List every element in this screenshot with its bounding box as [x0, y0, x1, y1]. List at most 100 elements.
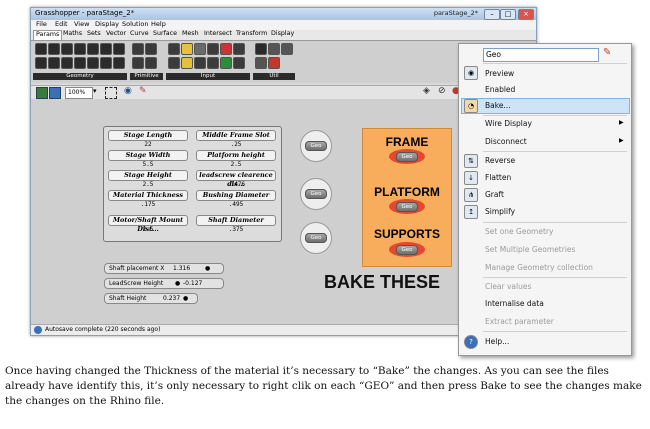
group-param-icon[interactable] [113, 57, 125, 69]
tab-surface[interactable]: Surface [151, 30, 179, 37]
menu-solution[interactable]: Solution [122, 20, 148, 28]
chevron-down-icon[interactable]: ▾ [93, 87, 97, 95]
ribbon-group-primitive[interactable]: Primitive [130, 73, 163, 80]
slider-shaft-height[interactable]: Shaft Height 0.237 ● [104, 293, 198, 304]
slider-shaft-placement-x[interactable]: Shaft placement X 1.316 ● [104, 263, 224, 274]
menu-item-reverse[interactable]: Reverse [485, 156, 515, 165]
geo-param[interactable]: Geo [396, 152, 418, 162]
menu-item-simplify[interactable]: Simplify [485, 207, 515, 216]
param-value[interactable]: .375 [196, 226, 276, 234]
menu-item-enabled[interactable]: Enabled [485, 85, 515, 94]
zoom-select[interactable]: 100% [65, 87, 93, 99]
slider-grip-icon[interactable]: ● [205, 264, 210, 273]
param-value[interactable]: 2.5 [108, 181, 188, 189]
menu-item-bake[interactable]: Bake... [485, 101, 511, 110]
field-param-icon[interactable] [87, 57, 99, 69]
plane-param-icon[interactable] [113, 43, 125, 55]
geo-param[interactable]: Geo [305, 189, 327, 199]
geometry-param-icon[interactable] [100, 57, 112, 69]
slider-grip-icon[interactable]: ● [175, 279, 180, 288]
brep-param-icon[interactable] [48, 57, 60, 69]
param-platform-height[interactable]: Platform height 2.5 [196, 150, 276, 169]
param-material-thickness[interactable]: Material Thickness .175 [108, 190, 188, 209]
menu-view[interactable]: View [74, 20, 89, 28]
geo-param[interactable]: Geo [396, 202, 418, 212]
tab-curve[interactable]: Curve [128, 30, 151, 37]
param-stage-width[interactable]: Stage Width 5.5 [108, 150, 188, 169]
tab-display[interactable]: Display [269, 30, 296, 37]
param-bushing-diameter[interactable]: Bushing Diameter .495 [196, 190, 276, 209]
tab-intersect[interactable]: Intersect [202, 30, 234, 37]
mesh-param-icon[interactable] [61, 57, 73, 69]
param-stage-height[interactable]: Stage Height 2.5 [108, 170, 188, 189]
param-value[interactable]: .495 [196, 201, 276, 209]
slider-grip-icon[interactable]: ● [183, 294, 188, 303]
param-value[interactable]: .175 [108, 201, 188, 209]
param-value[interactable]: 22 [108, 141, 188, 149]
value-list-icon[interactable] [181, 57, 193, 69]
menu-item-manage-geometry-collection[interactable]: Manage Geometry collection [485, 263, 593, 272]
menu-file[interactable]: File [36, 20, 47, 28]
param-value[interactable]: 2.5 [108, 226, 188, 234]
menu-item-clear-values[interactable]: Clear values [485, 282, 531, 291]
param-motor-shaft-mount[interactable]: Motor/Shaft Mount Dist... 2.5 [108, 215, 188, 234]
menu-item-preview[interactable]: Preview [485, 69, 514, 78]
geo-param[interactable]: Geo [305, 233, 327, 243]
jump-icon[interactable] [281, 43, 293, 55]
menu-item-internalise-data[interactable]: Internalise data [485, 299, 544, 308]
param-value[interactable]: .25 [196, 141, 276, 149]
menu-item-set-one-geometry[interactable]: Set one Geometry [485, 227, 553, 236]
boolean-param-icon[interactable] [132, 43, 144, 55]
minimize-button[interactable]: – [484, 9, 500, 20]
menu-item-graft[interactable]: Graft [485, 190, 504, 199]
mesh-sphere-icon[interactable]: ◈ [423, 86, 430, 96]
md-slider-icon[interactable] [207, 57, 219, 69]
circle-param-icon[interactable] [61, 43, 73, 55]
ribbon-group-input[interactable]: Input [166, 73, 250, 80]
close-button[interactable]: × [518, 9, 534, 20]
fitness-icon[interactable] [268, 57, 280, 69]
param-value[interactable]: 2.5 [196, 161, 276, 169]
colour-swatch-icon[interactable] [207, 43, 219, 55]
name-tag-icon[interactable]: ✎ [603, 47, 611, 58]
disable-icon[interactable]: ⊘ [438, 86, 446, 96]
tab-maths[interactable]: Maths [61, 30, 84, 37]
paint-brush-icon[interactable]: ✎ [139, 86, 147, 96]
geo-param[interactable]: Geo [305, 141, 327, 151]
boolean-toggle-icon[interactable] [168, 43, 180, 55]
menu-edit[interactable]: Edit [55, 20, 68, 28]
tab-vector[interactable]: Vector [104, 30, 128, 37]
arc-param-icon[interactable] [74, 43, 86, 55]
menu-item-set-multiple-geometries[interactable]: Set Multiple Geometries [485, 245, 575, 254]
integer-param-icon[interactable] [145, 43, 157, 55]
slider-icon[interactable] [194, 43, 206, 55]
tab-mesh[interactable]: Mesh [180, 30, 201, 37]
geo-node-platform[interactable]: Geo [300, 178, 332, 210]
open-file-icon[interactable] [36, 87, 48, 99]
tab-transform[interactable]: Transform [234, 30, 269, 37]
tab-sets[interactable]: Sets [85, 30, 103, 37]
timer-icon[interactable] [233, 57, 245, 69]
geo-node-frame[interactable]: Geo [300, 130, 332, 162]
data-dam-icon[interactable] [255, 57, 267, 69]
image-sampler-icon[interactable] [220, 57, 232, 69]
param-shaft-diameter[interactable]: Shaft Diameter .375 [196, 215, 276, 234]
param-value[interactable]: .1476 [196, 181, 276, 189]
zoom-extents-icon[interactable] [105, 87, 117, 99]
geo-param[interactable]: Geo [396, 245, 418, 255]
menu-item-extract-parameter[interactable]: Extract parameter [485, 317, 554, 326]
save-file-icon[interactable] [49, 87, 61, 99]
menu-item-disconnect[interactable]: Disconnect [485, 137, 527, 146]
curve-param-icon[interactable] [87, 43, 99, 55]
geo-node-supports[interactable]: Geo [300, 222, 332, 254]
point-param-icon[interactable] [35, 43, 47, 55]
box-param-icon[interactable] [35, 57, 47, 69]
panel-icon[interactable] [181, 43, 193, 55]
control-knob-icon[interactable] [194, 57, 206, 69]
menu-item-wire-display[interactable]: Wire Display [485, 119, 532, 128]
name-input[interactable]: Geo [483, 48, 599, 62]
param-stage-length[interactable]: Stage Length 22 [108, 130, 188, 149]
tab-params[interactable]: Params [33, 30, 63, 40]
maximize-button[interactable]: □ [500, 9, 516, 20]
param-leadscrew-clearence[interactable]: leadscrew clearence dis... .1476 [196, 170, 276, 189]
